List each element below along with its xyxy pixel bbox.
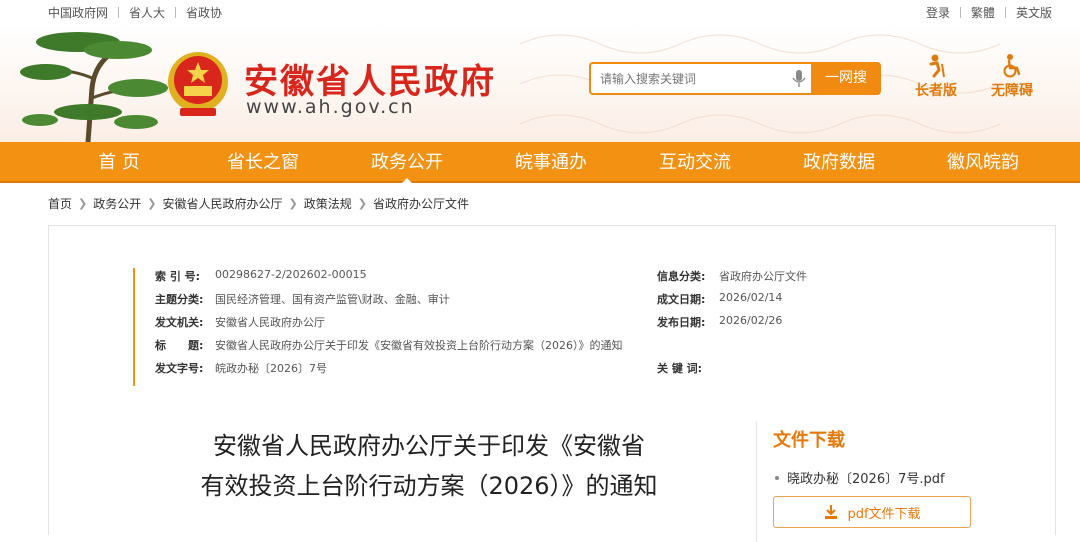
chevron-right-icon: ❯ <box>357 197 367 210</box>
nav-anhui-culture[interactable]: 徽风皖韵 <box>911 142 1055 183</box>
national-emblem <box>168 52 228 116</box>
nav-home[interactable]: 首 页 <box>47 142 191 183</box>
link-cppcc[interactable]: 省政协 <box>186 4 222 21</box>
chevron-right-icon: ❯ <box>147 197 157 210</box>
download-icon <box>825 505 838 519</box>
breadcrumb: 首页 ❯ 政务公开 ❯ 安徽省人民政府办公厅 ❯ 政策法规 ❯ 省政府办公厅文件 <box>48 195 469 212</box>
created-date-label: 成文日期: <box>657 293 706 306</box>
divider <box>756 422 757 542</box>
index-value: 00298627-2/202602-00015 <box>215 268 367 281</box>
accessibility-label: 无障碍 <box>991 83 1033 99</box>
english-version-link[interactable]: 英文版 <box>1016 4 1052 21</box>
meta-row: 发文字号: 皖政办秘〔2026〕7号 关 键 词: <box>135 360 923 376</box>
traditional-chinese-link[interactable]: 繁體 <box>971 4 995 21</box>
main-nav: 首 页 省长之窗 政务公开 皖事通办 互动交流 政府数据 徽风皖韵 <box>0 142 1080 185</box>
link-provincial-congress[interactable]: 省人大 <box>129 4 165 21</box>
meta-row: 发文机关: 安徽省人民政府办公厅 发布日期: 2026/02/26 <box>135 314 923 330</box>
topic-value: 国民经济管理、国有资产监管\财政、金融、审计 <box>215 293 450 306</box>
wheelchair-icon <box>1003 54 1021 78</box>
document-title-line-2: 有效投资上台阶行动方案（2026）》的通知 <box>200 472 658 500</box>
nav-government-affairs[interactable]: 政务公开 <box>335 142 479 185</box>
search-input[interactable] <box>589 62 813 95</box>
divider <box>1004 7 1006 18</box>
divider <box>118 7 120 18</box>
title-label: 标 题: <box>155 339 204 352</box>
pine-tree-logo <box>20 32 168 142</box>
top-bar: 中国政府网 省人大 省政协 登录 繁體 英文版 <box>0 0 1080 24</box>
document-number-value: 皖政办秘〔2026〕7号 <box>215 362 327 375</box>
elderly-version-link[interactable]: 长者版 <box>904 54 968 100</box>
microphone-icon[interactable] <box>792 70 806 87</box>
bullet-icon <box>775 475 779 480</box>
nav-government-data[interactable]: 政府数据 <box>767 142 911 183</box>
elderly-version-label: 长者版 <box>915 83 957 99</box>
search-button[interactable]: 一网搜 <box>811 62 881 95</box>
pdf-download-button[interactable]: pdf文件下载 <box>773 496 971 528</box>
top-links-left: 中国政府网 省人大 省政协 <box>48 4 222 21</box>
category-label: 信息分类: <box>657 270 706 283</box>
document-title-line-1: 安徽省人民政府办公厅关于印发《安徽省 <box>213 432 645 460</box>
content-panel: 索 引 号: 00298627-2/202602-00015 信息分类: 省政府… <box>48 225 1056 542</box>
divider <box>175 7 177 18</box>
meta-row: 标 题: 安徽省人民政府办公厅关于印发《安徽省有效投资上台阶行动方案（2026）… <box>135 337 923 353</box>
breadcrumb-office-documents[interactable]: 省政府办公厅文件 <box>373 195 469 212</box>
meta-row: 索 引 号: 00298627-2/202602-00015 信息分类: 省政府… <box>135 268 923 284</box>
site-header: 安徽省人民政府 www.ah.gov.cn 一网搜 长者版 无障碍 <box>0 24 1080 142</box>
login-link[interactable]: 登录 <box>926 4 950 21</box>
category-value: 省政府办公厅文件 <box>719 270 807 283</box>
divider <box>959 7 961 18</box>
nav-anhui-services[interactable]: 皖事通办 <box>479 142 623 183</box>
issuer-value: 安徽省人民政府办公厅 <box>215 316 325 329</box>
published-date-value: 2026/02/26 <box>719 314 783 327</box>
top-links-right: 登录 繁體 英文版 <box>926 4 1052 21</box>
search-bar: 一网搜 <box>589 62 881 95</box>
topic-label: 主题分类: <box>155 293 204 306</box>
title-value: 安徽省人民政府办公厅关于印发《安徽省有效投资上台阶行动方案（2026）》的通知 <box>215 339 623 352</box>
site-url: www.ah.gov.cn <box>246 96 415 118</box>
chevron-right-icon: ❯ <box>78 197 88 210</box>
elderly-person-icon <box>929 54 945 78</box>
download-file-link[interactable]: 晓政办秘〔2026〕7号.pdf <box>775 468 945 487</box>
keywords-label: 关 键 词: <box>657 362 703 375</box>
published-date-label: 发布日期: <box>657 316 706 329</box>
breadcrumb-general-office[interactable]: 安徽省人民政府办公厅 <box>162 195 282 212</box>
issuer-label: 发文机关: <box>155 316 204 329</box>
breadcrumb-policies[interactable]: 政策法规 <box>304 195 352 212</box>
index-label: 索 引 号: <box>155 270 201 283</box>
download-heading: 文件下载 <box>773 430 845 451</box>
nav-governor-window[interactable]: 省长之窗 <box>191 142 335 183</box>
breadcrumb-home[interactable]: 首页 <box>48 195 72 212</box>
pdf-download-label: pdf文件下载 <box>847 506 921 522</box>
document-number-label: 发文字号: <box>155 362 204 375</box>
document-title: 安徽省人民政府办公厅关于印发《安徽省 有效投资上台阶行动方案（2026）》的通知 <box>149 426 709 506</box>
chevron-right-icon: ❯ <box>288 197 298 210</box>
link-gov-cn[interactable]: 中国政府网 <box>48 4 108 21</box>
breadcrumb-government-affairs[interactable]: 政务公开 <box>93 195 141 212</box>
download-file-name: 晓政办秘〔2026〕7号.pdf <box>787 472 945 487</box>
meta-row: 主题分类: 国民经济管理、国有资产监管\财政、金融、审计 成文日期: 2026/… <box>135 291 923 307</box>
nav-interaction[interactable]: 互动交流 <box>623 142 767 183</box>
document-metadata: 索 引 号: 00298627-2/202602-00015 信息分类: 省政府… <box>133 268 923 386</box>
created-date-value: 2026/02/14 <box>719 291 783 304</box>
accessibility-link[interactable]: 无障碍 <box>980 54 1044 100</box>
